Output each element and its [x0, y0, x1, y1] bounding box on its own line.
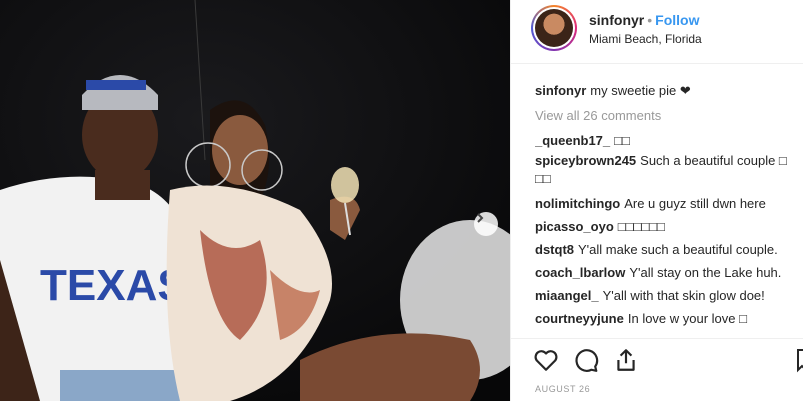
- comment-username[interactable]: miaangel_: [535, 288, 599, 303]
- post-details-panel: sinfonyr • Follow Miami Beach, Florida sin…: [510, 0, 803, 401]
- post-date: AUGUST 26: [535, 384, 591, 394]
- comment-item: courtneyyjune In love w your love □: [535, 307, 799, 330]
- like-button[interactable]: [533, 347, 559, 373]
- share-icon: [617, 349, 635, 371]
- comment-text: Y'all with that skin glow doe!: [602, 288, 765, 303]
- comment-button[interactable]: [573, 347, 599, 373]
- caption-username[interactable]: sinfonyr: [535, 83, 586, 98]
- comment-icon: [575, 349, 599, 372]
- jersey-text: TEXAS: [40, 261, 187, 310]
- avatar[interactable]: [531, 5, 577, 51]
- heart-icon: [534, 350, 558, 371]
- comment-item: nolimitchingo Are u guyz still dwn here: [535, 192, 799, 215]
- comment-text: In love w your love □: [627, 311, 747, 326]
- comment-item: spiceybrown245 Such a beautiful couple □ …: [535, 152, 799, 188]
- comment-username[interactable]: picasso_oyo: [535, 219, 614, 234]
- comment-username[interactable]: courtneyyjune: [535, 311, 624, 326]
- post-header: sinfonyr • Follow Miami Beach, Florida: [511, 0, 803, 64]
- comment-text: □□: [614, 133, 630, 148]
- comment-text: □□□□□□: [617, 219, 665, 234]
- share-button[interactable]: [613, 347, 639, 373]
- photo-illustration: TEXAS: [0, 0, 510, 401]
- comment-item: picasso_oyo □□□□□□: [535, 215, 799, 238]
- caption-text: my sweetie pie ❤: [590, 83, 691, 98]
- comment-username[interactable]: spiceybrown245: [535, 153, 636, 168]
- comment-item: coach_lbarlow Y'all stay on the Lake huh.: [535, 261, 799, 284]
- separator-dot: •: [647, 12, 653, 28]
- comment-text: Are u guyz still dwn here: [624, 196, 766, 211]
- comment-username[interactable]: dstqt8: [535, 242, 574, 257]
- view-all-comments-link[interactable]: View all 26 comments: [535, 104, 799, 127]
- comment-text: Y'all make such a beautiful couple.: [578, 242, 778, 257]
- post-location[interactable]: Miami Beach, Florida: [589, 32, 702, 46]
- comment-username[interactable]: coach_lbarlow: [535, 265, 625, 280]
- comment-item: _queenb17_ □□: [535, 129, 799, 152]
- follow-button[interactable]: Follow: [655, 12, 699, 28]
- post-username[interactable]: sinfonyr: [589, 12, 644, 28]
- save-button[interactable]: [797, 347, 803, 373]
- next-photo-button[interactable]: [474, 212, 498, 236]
- bookmark-icon: [797, 349, 803, 373]
- comment-username[interactable]: _queenb17_: [535, 133, 610, 148]
- comment-item: miaangel_ Y'all with that skin glow doe!: [535, 284, 799, 307]
- comment-username[interactable]: nolimitchingo: [535, 196, 620, 211]
- post-user-line: sinfonyr • Follow: [589, 12, 699, 28]
- chevron-right-icon: [477, 213, 484, 223]
- comment-text: Y'all stay on the Lake huh.: [629, 265, 782, 280]
- action-bar: [511, 338, 803, 378]
- comments-section: sinfonyr my sweetie pie ❤ View all 26 com…: [535, 79, 799, 330]
- post-photo[interactable]: TEXAS: [0, 0, 510, 401]
- caption: sinfonyr my sweetie pie ❤: [535, 79, 799, 102]
- comment-item: dstqt8 Y'all make such a beautiful couple…: [535, 238, 799, 261]
